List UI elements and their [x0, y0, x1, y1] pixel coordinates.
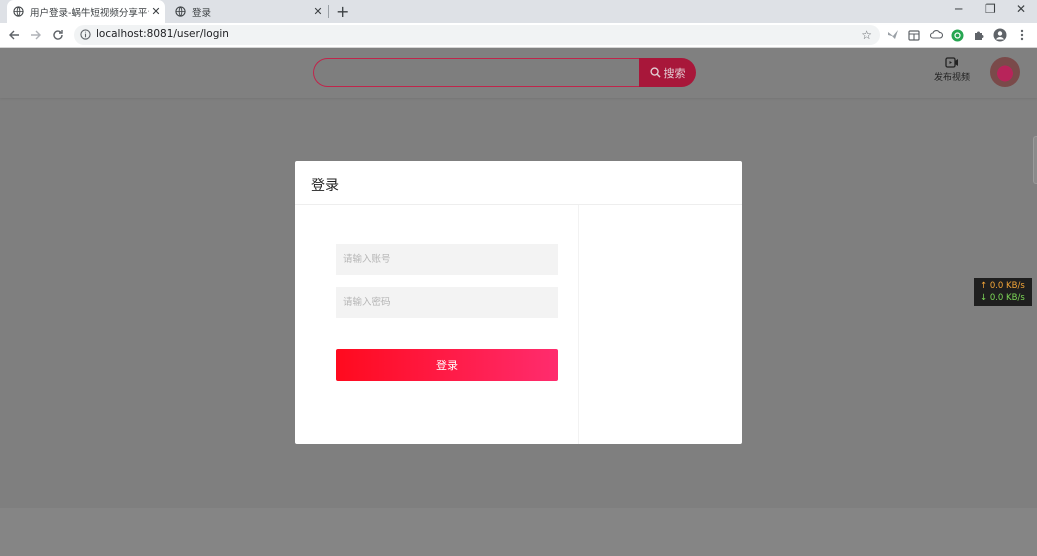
modal-divider [295, 204, 742, 205]
side-drawer-handle[interactable] [1033, 136, 1037, 184]
search-input[interactable] [313, 58, 643, 87]
browser-tab-strip: 用户登录-蜗牛短视频分享平台 ✕ 登录 ✕ + ─ ❐ ✕ [0, 0, 1037, 23]
extension-store-icon[interactable] [907, 28, 921, 42]
modal-title: 登录 [311, 178, 339, 194]
video-upload-icon [945, 57, 958, 68]
browser-toolbar: localhost:8081/user/login ☆ [0, 23, 1037, 48]
tab-separator [328, 5, 329, 18]
reload-button[interactable] [50, 27, 66, 43]
browser-menu-icon[interactable] [1015, 28, 1029, 42]
tab-close-icon[interactable]: ✕ [149, 5, 163, 18]
publish-video-button[interactable]: 发布视频 [930, 57, 974, 83]
extension-bird-icon[interactable] [886, 28, 900, 42]
download-speed: ↓ 0.0 KB/s [980, 293, 1025, 303]
extension-cloud-icon[interactable] [929, 28, 943, 42]
back-button[interactable] [6, 27, 22, 43]
info-icon[interactable] [80, 29, 91, 40]
globe-icon [13, 6, 24, 17]
password-input[interactable] [336, 287, 558, 318]
search-button[interactable]: 搜索 [639, 58, 696, 87]
url-text: localhost:8081/user/login [96, 28, 229, 40]
publish-video-label: 发布视频 [933, 73, 970, 83]
login-modal: 登录 登录 [295, 161, 742, 444]
new-tab-button[interactable]: + [336, 2, 349, 21]
search-icon [649, 67, 661, 78]
globe-icon [175, 6, 186, 17]
arrow-left-icon [9, 30, 19, 40]
upload-speed: ↑ 0.0 KB/s [980, 281, 1025, 291]
login-button[interactable]: 登录 [336, 349, 558, 381]
search-button-label: 搜索 [663, 66, 686, 80]
window-close-button[interactable]: ✕ [1016, 2, 1026, 16]
tab-title: 用户登录-蜗牛短视频分享平台 [30, 7, 149, 19]
tab-user-login[interactable]: 用户登录-蜗牛短视频分享平台 ✕ [7, 0, 165, 23]
modal-column-divider [578, 205, 579, 444]
address-bar[interactable]: localhost:8081/user/login ☆ [74, 25, 880, 45]
network-speed-widget: ↑ 0.0 KB/s ↓ 0.0 KB/s [974, 278, 1032, 306]
profile-icon[interactable] [993, 28, 1007, 42]
extensions-puzzle-icon[interactable] [972, 28, 986, 42]
account-input[interactable] [336, 244, 558, 275]
page-footer [0, 508, 1037, 556]
tab-title: 登录 [192, 7, 212, 19]
arrow-right-icon [31, 30, 41, 40]
avatar[interactable] [990, 57, 1020, 87]
forward-button[interactable] [28, 27, 44, 43]
page-overlay: 搜索 发布视频 ↑ 0.0 KB/s ↓ 0.0 KB/s 登录 登录 [0, 48, 1037, 556]
bookmark-star-icon[interactable]: ☆ [861, 28, 872, 42]
restore-button[interactable]: ❐ [985, 2, 996, 16]
extension-green-icon[interactable] [950, 28, 964, 42]
tab-login[interactable]: 登录 ✕ [171, 0, 327, 23]
site-header: 搜索 发布视频 [0, 48, 1037, 98]
minimize-button[interactable]: ─ [955, 2, 962, 16]
reload-icon [53, 30, 63, 40]
tab-close-icon[interactable]: ✕ [311, 5, 325, 18]
